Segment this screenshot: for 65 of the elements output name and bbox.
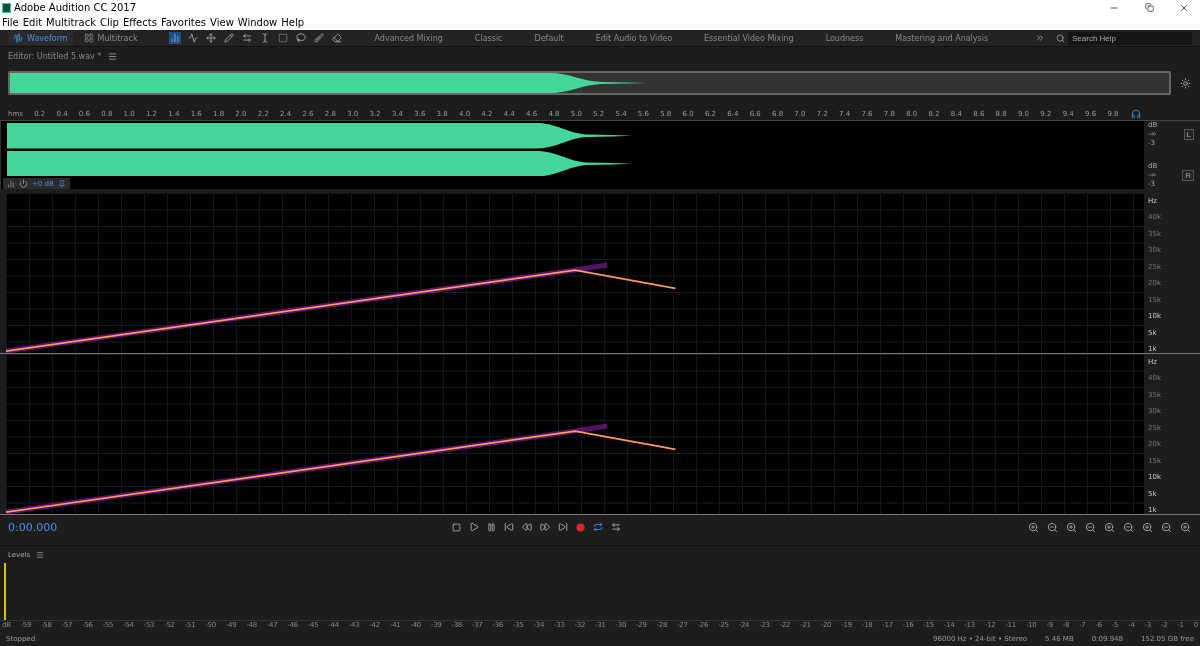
close-icon xyxy=(1179,2,1189,13)
skip-back-icon xyxy=(504,522,514,532)
pencil-tool-icon[interactable] xyxy=(222,32,235,44)
move-tool-icon[interactable] xyxy=(204,32,217,44)
channel-button[interactable]: R xyxy=(1182,170,1194,181)
menu-item[interactable]: Multitrack xyxy=(46,17,96,28)
zoom-out-icon[interactable] xyxy=(1122,520,1135,534)
headphones-icon[interactable] xyxy=(1129,107,1142,120)
window-title: Adobe Audition CC 2017 xyxy=(14,2,138,13)
pin-icon[interactable] xyxy=(57,179,66,188)
menu-item[interactable]: Effects xyxy=(122,17,157,28)
zoom-in-icon[interactable] xyxy=(1065,520,1078,534)
pause-icon xyxy=(487,522,496,532)
meter-icon xyxy=(7,179,15,188)
grid-icon xyxy=(83,33,94,43)
menu-item[interactable]: Window xyxy=(237,17,278,28)
restore-icon xyxy=(1144,3,1154,12)
menu-icon[interactable] xyxy=(35,549,46,560)
app-logo-icon xyxy=(2,2,11,13)
menu-item[interactable]: Help xyxy=(281,17,305,28)
fast-forward-icon xyxy=(540,522,550,532)
brush-tool-icon[interactable] xyxy=(312,32,325,44)
waveform-icon xyxy=(13,33,23,43)
double-arrow-icon xyxy=(611,522,621,532)
power-icon xyxy=(19,179,28,188)
rewind-icon xyxy=(522,522,532,532)
zoom-out-icon[interactable] xyxy=(1046,520,1059,534)
zoom-in-icon[interactable] xyxy=(1141,520,1154,534)
workspace-tab[interactable]: Advanced Mixing xyxy=(374,33,443,43)
editor-tab[interactable]: Editor: Untitled 5.wav * xyxy=(8,51,102,61)
search-field[interactable]: Search Help xyxy=(1068,31,1192,45)
menu-item[interactable]: File xyxy=(2,17,19,28)
channel-button[interactable]: L xyxy=(1183,129,1194,140)
workspace-tab[interactable]: Edit Audio to Video xyxy=(595,33,673,43)
record-icon xyxy=(576,522,585,532)
menu-item[interactable]: View xyxy=(210,17,234,28)
time-display: 0:00.000 xyxy=(8,520,59,534)
zoom-in-icon[interactable] xyxy=(1179,520,1192,534)
workspace-tab[interactable]: Loudness xyxy=(825,33,864,43)
zoom-in-icon[interactable] xyxy=(1027,520,1040,534)
pitch-display-icon[interactable] xyxy=(186,32,199,44)
stop-icon xyxy=(452,522,461,532)
workspace-tab[interactable]: Classic xyxy=(474,33,503,43)
loop-icon xyxy=(593,522,603,532)
workspace-tab[interactable]: Default xyxy=(534,33,564,43)
zoom-out-icon[interactable] xyxy=(1160,520,1173,534)
slip-tool-icon[interactable] xyxy=(240,32,253,44)
menu-item[interactable]: Favorites xyxy=(160,17,207,28)
menu-icon[interactable] xyxy=(107,50,119,62)
sun-icon xyxy=(1179,76,1192,90)
view-tab[interactable]: Multitrack xyxy=(78,31,143,45)
zoom-out-icon[interactable] xyxy=(1084,520,1097,534)
menu-item[interactable]: Edit xyxy=(22,17,43,28)
search-icon xyxy=(1056,33,1065,43)
menu-item[interactable]: Clip xyxy=(100,17,119,28)
marquee-tool-icon[interactable] xyxy=(276,32,289,44)
workspace-tab[interactable]: Mastering and Analysis xyxy=(895,33,989,43)
play-icon xyxy=(469,522,479,532)
view-tab[interactable]: Waveform xyxy=(8,31,73,45)
lasso-tool-icon[interactable] xyxy=(294,32,307,44)
eraser-tool-icon[interactable] xyxy=(330,32,343,44)
workspace-tab[interactable]: Essential Video Mixing xyxy=(704,33,794,43)
spectral-view-icon[interactable] xyxy=(168,32,181,44)
skip-forward-icon xyxy=(558,522,568,532)
zoom-in-icon[interactable] xyxy=(1103,520,1116,534)
